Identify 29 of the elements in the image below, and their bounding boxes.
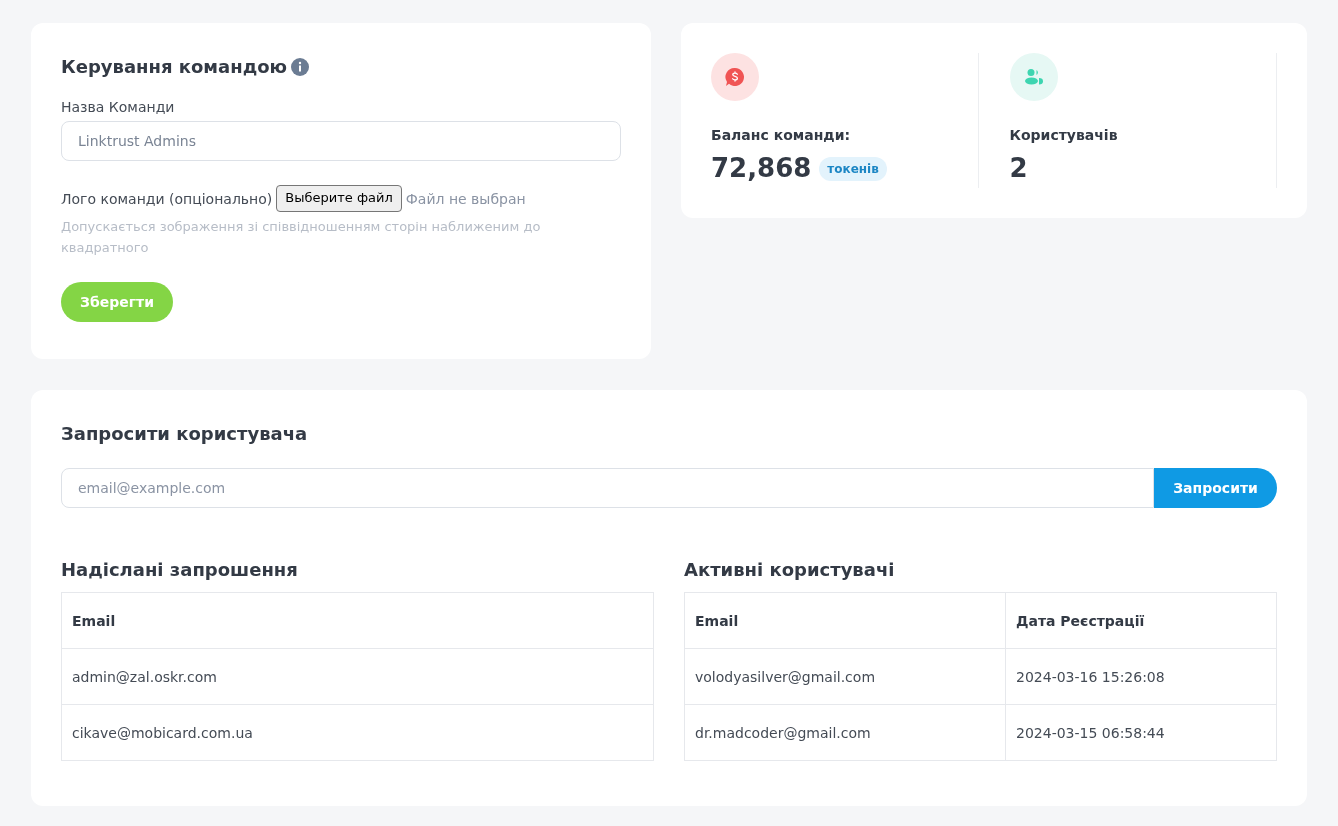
table-cell: admin@zal.oskr.com [61,648,654,705]
table-cell: 2024-03-15 06:58:44 [1005,704,1277,761]
invite-button[interactable]: Запросити [1154,468,1277,508]
column-header: Email [61,592,654,649]
field-label: Лого команди (опціонально) [61,189,273,209]
card-title: Запросити користувача [61,422,309,446]
column-header: Дата Реєстрації [1005,592,1277,649]
stat-value: 2 [1009,152,1028,185]
table-cell: 2024-03-16 15:26:08 [1005,648,1277,705]
table-cell: volodyasilver@gmail.com [684,648,1006,705]
choose-file-button[interactable]: Выберите файл [276,185,402,212]
unit-badge: токенів [819,156,887,181]
table-cell: cikave@mobicard.com.ua [61,704,654,761]
file-status: Файл не выбран [405,189,526,209]
section-heading: Надіслані запрошення [61,558,299,582]
stat-value: 72,868 [711,152,812,185]
users-icon [1023,68,1044,86]
card-title: Керування командою [61,55,288,79]
info-icon [291,58,310,76]
column-header: Email [684,592,1006,649]
hint-text: Допускається зображення зі співвідношенням сторін наближеним до квадратного [61,218,542,257]
stat-label: Користувачів [1009,126,1119,145]
team-name-field[interactable]: Linktrust Admins [61,121,621,161]
dollar-chat-icon [725,67,745,87]
stat-label: Баланс команди: [711,126,852,145]
email-field[interactable]: email@example.com [61,468,1154,508]
field-label: Назва Команди [61,98,176,117]
table-cell: dr.madcoder@gmail.com [684,704,1006,761]
section-heading: Активні користувачі [684,558,896,582]
